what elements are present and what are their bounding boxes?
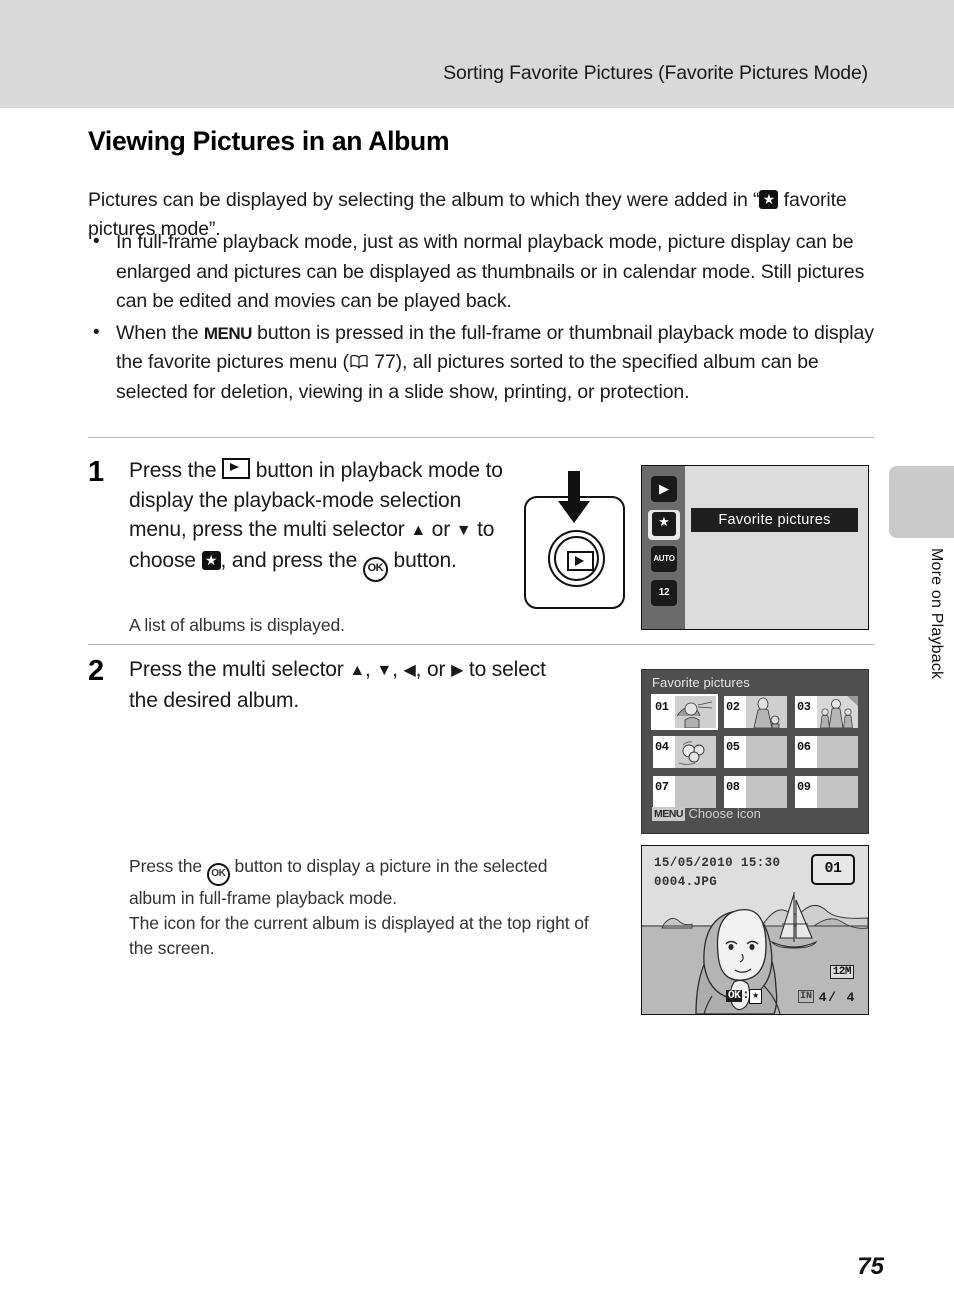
album-thumbnail	[675, 736, 716, 768]
album-grid-footer-text: Choose icon	[688, 806, 761, 821]
album-thumbnail	[746, 696, 787, 728]
album-number: 01	[655, 700, 669, 714]
screen-full-frame-playback: 15/05/2010 15:30 0004.JPG 01 12M 4/ 4 OK…	[641, 845, 869, 1015]
multi-selector-down-icon: ▼	[455, 522, 472, 539]
album-number: 06	[797, 740, 811, 754]
album-number: 02	[726, 700, 740, 714]
current-album-badge: 01	[811, 854, 855, 885]
playback-button-illustration	[524, 471, 625, 609]
step-2-seg1: Press the multi selector	[129, 658, 350, 681]
step-2-note-ok-button: Press the OK button to display a picture…	[129, 854, 599, 912]
album-cell[interactable]: 01	[651, 694, 718, 730]
bullet-item-playback-features: In full-frame playback mode, just as wit…	[88, 227, 874, 317]
step-1-seg5: , and press the	[220, 548, 363, 572]
step-2-number: 2	[88, 655, 105, 687]
screen-album-grid: Favorite pictures 01 02 03 04 05 06 07 0…	[641, 669, 869, 834]
step-1-seg1: Press the	[129, 459, 223, 482]
intro-bullet-list: In full-frame playback mode, just as wit…	[88, 227, 874, 409]
section-divider-middle	[88, 644, 874, 645]
internal-memory-indicator: IN	[798, 990, 815, 1003]
photo-filename: 0004.JPG	[654, 875, 718, 889]
album-cell[interactable]: 06	[795, 736, 858, 768]
image-size-badge: 12M	[829, 965, 854, 979]
album-cell[interactable]: 08	[724, 776, 787, 808]
multi-selector-down-icon: ▼	[376, 662, 393, 679]
playback-button-inner-ring	[554, 536, 599, 581]
album-thumbnail-empty	[817, 736, 858, 768]
step-1-seg3: or	[426, 518, 456, 541]
bullet-item-menu-button: When the MENU button is pressed in the f…	[88, 318, 874, 408]
playback-button-outer-ring	[548, 530, 605, 587]
favorite-star-icon: ★	[749, 989, 763, 1004]
ok-separator: :	[742, 988, 750, 1002]
playback-mode-icon[interactable]: ▶	[651, 476, 677, 502]
multi-selector-left-icon: ◀	[403, 662, 416, 679]
ok-button-icon: OK	[362, 556, 388, 582]
album-cell[interactable]: 05	[724, 736, 787, 768]
album-number: 08	[726, 780, 740, 794]
favorite-star-glyph: ★	[658, 514, 670, 529]
album-cell[interactable]: 04	[653, 736, 716, 768]
album-number: 04	[655, 740, 669, 754]
ok-button-chip-icon: OK	[726, 990, 743, 1002]
step-1-number: 1	[88, 456, 105, 488]
section-divider-top	[88, 437, 874, 438]
step-2-instruction: Press the multi selector ▲, ▼, ◀, or ▶ t…	[129, 658, 546, 712]
step-1-note: A list of albums is displayed.	[129, 615, 345, 635]
favorite-pictures-mode-icon[interactable]: ★	[648, 510, 680, 540]
album-number: 05	[726, 740, 740, 754]
screen-playback-mode-selection: ▶ ★ AUTO 12 Favorite pictures	[641, 465, 869, 630]
running-header-title: Sorting Favorite Pictures (Favorite Pict…	[443, 62, 868, 84]
list-by-date-mode-icon[interactable]: 12	[651, 580, 677, 606]
auto-sort-mode-icon[interactable]: AUTO	[651, 546, 677, 572]
multi-selector-up-icon: ▲	[349, 662, 366, 679]
page-title: Viewing Pictures in an Album	[88, 126, 450, 156]
page-header: Sorting Favorite Pictures (Favorite Pict…	[0, 0, 954, 108]
album-thumbnail	[675, 696, 716, 728]
page-reference-number: 77	[368, 351, 396, 373]
see-page-book-icon	[349, 354, 369, 370]
album-cell[interactable]: 03	[795, 696, 858, 728]
bullet-text-seg1: When the	[116, 321, 204, 344]
album-cell[interactable]: 07	[653, 776, 716, 808]
step-1-seg6: button.	[387, 548, 457, 572]
multi-selector-up-icon: ▲	[410, 522, 426, 539]
highlighted-mode-label[interactable]: Favorite pictures	[691, 508, 858, 532]
favorite-pictures-mode-icon	[201, 550, 221, 570]
frame-counter: 4/ 4	[818, 990, 856, 1005]
album-grid-footer: MENU Choose icon	[652, 806, 761, 821]
ok-button-icon: OK	[206, 862, 230, 886]
date-glyph: 12	[658, 587, 670, 598]
page-number: 75	[857, 1253, 884, 1280]
tail-1-seg1: Press the	[129, 855, 207, 876]
album-grid-title: Favorite pictures	[652, 675, 750, 690]
step-2-note-album-icon: The icon for the current album is displa…	[129, 912, 589, 959]
album-thumbnail	[817, 696, 858, 728]
favorite-pictures-mode-icon	[759, 189, 779, 209]
auto-glyph: AUTO	[653, 554, 675, 563]
playback-glyph: ▶	[659, 481, 669, 496]
album-thumbnail-empty	[675, 776, 716, 808]
step-1-instruction: Press the button in playback mode to dis…	[129, 456, 514, 582]
intro-text-lead: Pictures can be displayed by selecting t…	[88, 188, 760, 211]
press-arrow-icon	[558, 471, 590, 523]
menu-button-chip-icon: MENU	[652, 807, 685, 821]
photo-datestamp: 15/05/2010 15:30	[654, 856, 781, 870]
menu-button-icon: MENU	[203, 323, 253, 343]
album-thumbnail-empty	[746, 736, 787, 768]
playback-button-icon	[222, 458, 251, 479]
ok-favorite-indicator: OK: ★	[726, 988, 763, 1004]
multi-selector-right-icon: ▶	[451, 662, 464, 679]
album-number: 03	[797, 700, 811, 714]
album-thumbnail-empty	[746, 776, 787, 808]
bullet-text: In full-frame playback mode, just as wit…	[116, 231, 865, 312]
playback-button-glyph	[567, 551, 594, 571]
album-number: 07	[655, 780, 669, 794]
album-cell[interactable]: 09	[795, 776, 858, 808]
album-number: 09	[797, 780, 811, 794]
album-cell[interactable]: 02	[724, 696, 787, 728]
album-thumbnail-empty	[817, 776, 858, 808]
mode-rail: ▶ ★ AUTO 12	[642, 466, 685, 629]
chapter-thumb-tab	[889, 466, 954, 538]
